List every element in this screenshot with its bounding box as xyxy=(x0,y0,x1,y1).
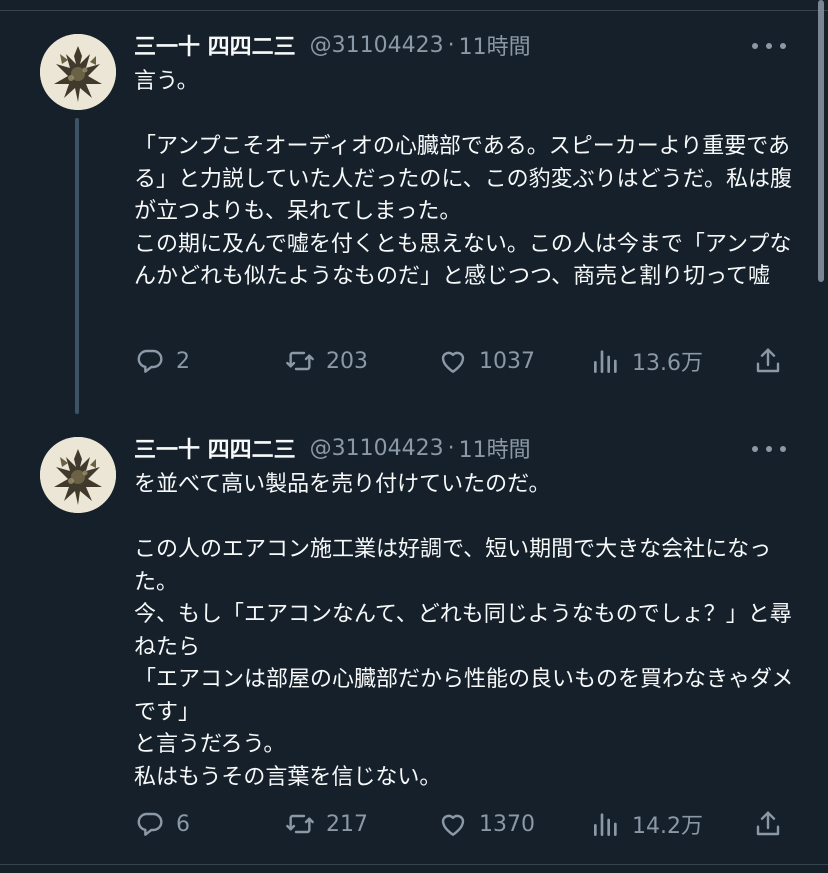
timestamp[interactable]: 11時間 xyxy=(459,432,531,464)
reply-icon xyxy=(137,812,163,836)
retweet-button[interactable]: 217 xyxy=(284,806,368,842)
views-count: 14.2万 xyxy=(632,814,703,839)
share-icon xyxy=(756,348,780,373)
more-icon[interactable] xyxy=(752,437,786,461)
like-count: 1370 xyxy=(479,811,535,837)
bottom-divider xyxy=(0,864,828,865)
tweet[interactable]: 三一十 四四二三 @31104423 · 11時間 を並べて高い製品を売り付けて… xyxy=(0,413,828,865)
tweet-header: 三一十 四四二三 @31104423 · 11時間 xyxy=(134,29,531,61)
display-name[interactable]: 三一十 四四二三 xyxy=(134,29,296,61)
thread-line xyxy=(75,118,79,414)
retweet-icon xyxy=(286,351,314,371)
retweet-count: 217 xyxy=(326,811,368,837)
separator-dot: · xyxy=(447,435,455,461)
reply-button[interactable]: 2 xyxy=(134,343,190,379)
retweet-button[interactable]: 203 xyxy=(284,343,368,379)
reply-button[interactable]: 6 xyxy=(134,806,190,842)
views-count: 13.6万 xyxy=(632,351,703,376)
share-icon xyxy=(756,811,780,836)
share-button[interactable] xyxy=(752,343,784,379)
timestamp[interactable]: 11時間 xyxy=(459,29,531,61)
share-button[interactable] xyxy=(752,806,784,842)
like-count: 1037 xyxy=(479,348,535,374)
views-icon xyxy=(594,350,617,373)
display-name[interactable]: 三一十 四四二三 xyxy=(134,432,296,464)
like-button[interactable]: 1037 xyxy=(437,343,535,379)
user-handle[interactable]: @31104423 xyxy=(310,33,444,58)
reply-count: 6 xyxy=(176,811,190,837)
tweet[interactable]: 三一十 四四二三 @31104423 · 11時間 言う。 「アンプこそオーディ… xyxy=(0,10,828,414)
user-handle[interactable]: @31104423 xyxy=(310,436,444,461)
views-button[interactable]: 14.2万 xyxy=(590,806,703,842)
reply-count: 2 xyxy=(176,348,190,374)
tweet-text: を並べて高い製品を売り付けていたのだ。 この人のエアコン施工業は好調で、短い期間… xyxy=(134,472,794,790)
tweet-text: 言う。 「アンプこそオーディオの心臓部である。スピーカーより重要である」と力説し… xyxy=(134,69,793,289)
more-icon[interactable] xyxy=(752,34,786,58)
retweet-count: 203 xyxy=(326,348,368,374)
like-icon xyxy=(441,351,465,373)
reply-icon xyxy=(137,349,163,373)
tweet-header: 三一十 四四二三 @31104423 · 11時間 xyxy=(134,432,531,464)
avatar[interactable] xyxy=(40,437,116,513)
views-icon xyxy=(594,813,617,836)
separator-dot: · xyxy=(447,32,455,58)
tweet-actions: 6 217 1370 14.2万 xyxy=(134,806,794,842)
retweet-icon xyxy=(286,814,314,834)
avatar[interactable] xyxy=(40,34,116,110)
like-button[interactable]: 1370 xyxy=(437,806,535,842)
tweet-actions: 2 203 1037 13.6万 xyxy=(134,343,794,379)
views-button[interactable]: 13.6万 xyxy=(590,343,703,379)
like-icon xyxy=(441,814,465,836)
